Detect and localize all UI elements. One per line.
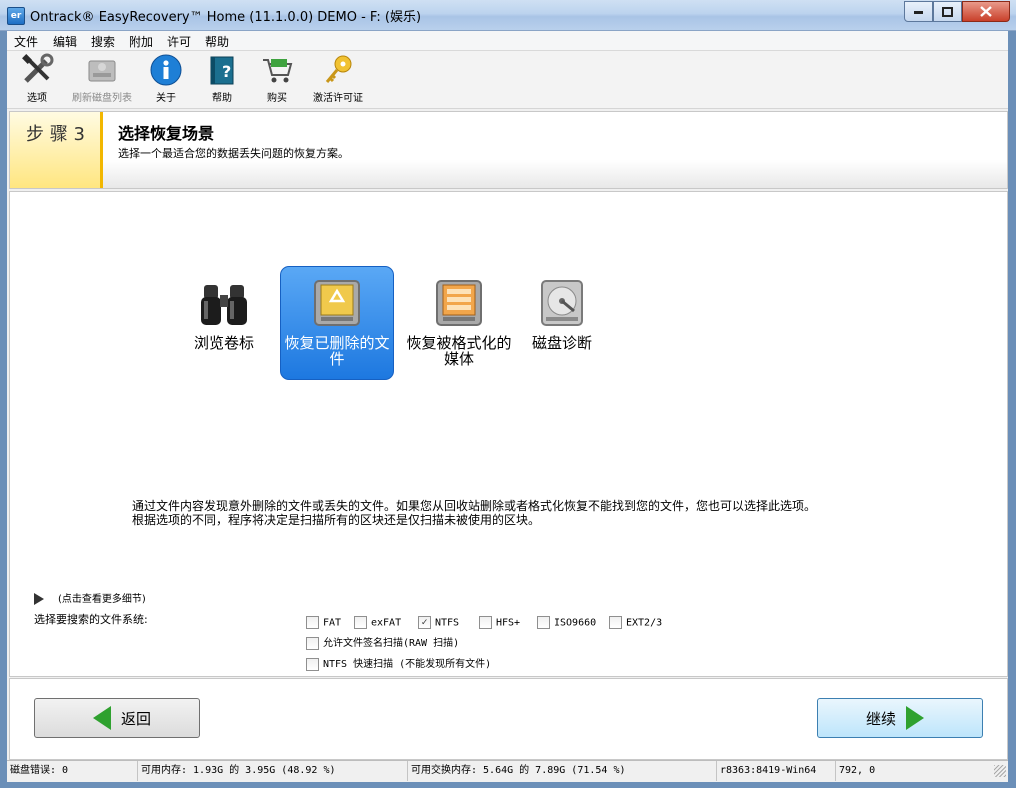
- option-recover-formatted[interactable]: 恢复被格式化的媒体: [403, 267, 515, 379]
- back-button[interactable]: 返回: [34, 698, 200, 738]
- key-icon: [321, 53, 355, 87]
- menu-file[interactable]: 文件: [14, 33, 38, 50]
- filesystem-label: 选择要搜索的文件系统:: [34, 613, 148, 626]
- menu-edit[interactable]: 编辑: [53, 33, 77, 50]
- menu-license[interactable]: 许可: [167, 33, 191, 50]
- status-swap: 可用交换内存: 5.64G 的 7.89G (71.54 %): [408, 761, 717, 781]
- client-area: 文件 编辑 搜索 附加 许可 帮助 选项 刷新磁盘列表 关于 ? 帮助 购买 激…: [7, 31, 1008, 782]
- tools-icon: [20, 53, 54, 87]
- activate-license-button[interactable]: 激活许可证: [307, 53, 369, 105]
- navigation-bar: 返回 继续: [9, 678, 1008, 760]
- option-browse-volume[interactable]: 浏览卷标: [168, 267, 280, 379]
- checkbox-hfs[interactable]: HFS+: [479, 616, 520, 629]
- checkbox-fat[interactable]: FAT: [306, 616, 341, 629]
- recycle-drive-icon: [309, 275, 365, 331]
- maximize-icon: [942, 6, 953, 17]
- app-icon[interactable]: er: [7, 7, 25, 25]
- minimize-icon: [913, 10, 923, 14]
- checkbox-ntfs[interactable]: ✓ NTFS: [418, 616, 459, 629]
- step-indicator: 步 骤 3: [10, 112, 103, 188]
- status-bar: 磁盘错误: 0 可用内存: 1.93G 的 3.95G (48.92 %) 可用…: [7, 760, 1008, 782]
- help-book-icon: ?: [205, 53, 239, 87]
- binoculars-icon: [196, 275, 252, 331]
- title-bar: er Ontrack® EasyRecovery™ Home (11.1.0.0…: [0, 0, 1016, 31]
- scenario-panel: 浏览卷标 恢复已删除的文件 恢复被格式化的媒体 磁盘诊断 通过文件内容发现意外删…: [9, 191, 1008, 677]
- minimize-button[interactable]: [904, 1, 933, 22]
- step-description: 选择一个最适合您的数据丢失问题的恢复方案。: [118, 147, 349, 160]
- checkbox-ext23[interactable]: EXT2/3: [609, 616, 662, 629]
- step-title: 选择恢复场景: [118, 124, 215, 143]
- menu-search[interactable]: 搜索: [91, 33, 115, 50]
- status-disk-errors: 磁盘错误: 0: [7, 761, 138, 781]
- option-label: 磁盘诊断: [531, 334, 592, 352]
- checkmark-icon: ✓: [418, 616, 431, 629]
- refresh-disk-icon: [85, 53, 119, 87]
- option-disk-diagnostics[interactable]: 磁盘诊断: [506, 267, 618, 379]
- arrow-left-icon: [92, 706, 111, 730]
- checkbox-exfat[interactable]: exFAT: [354, 616, 401, 629]
- step-header: 步 骤 3 选择恢复场景 选择一个最适合您的数据丢失问题的恢复方案。: [9, 111, 1008, 189]
- window-title: Ontrack® EasyRecovery™ Home (11.1.0.0) D…: [30, 10, 422, 25]
- option-label: 浏览卷标: [193, 334, 254, 352]
- option-label: 恢复被格式化的媒体: [406, 334, 512, 368]
- hard-disk-icon: [534, 275, 590, 331]
- menu-help[interactable]: 帮助: [205, 33, 229, 50]
- expand-arrow-icon: [34, 593, 44, 605]
- refresh-disks-button[interactable]: 刷新磁盘列表: [67, 53, 137, 105]
- menu-bar: 文件 编辑 搜索 附加 许可 帮助: [7, 31, 1008, 51]
- formatted-drive-icon: [431, 275, 487, 331]
- toolbar: 选项 刷新磁盘列表 关于 ? 帮助 购买 激活许可证: [7, 51, 1008, 109]
- option-label: 恢复已删除的文件: [284, 334, 390, 368]
- close-icon: [980, 6, 992, 17]
- maximize-button[interactable]: [933, 1, 962, 22]
- resize-grip-icon[interactable]: [994, 765, 1006, 777]
- checkbox-raw-scan[interactable]: 允许文件签名扫描(RAW 扫描): [306, 634, 459, 650]
- checkbox-ntfs-quick-scan[interactable]: NTFS 快速扫描 (不能发现所有文件): [306, 655, 491, 671]
- status-coords: 792, 0: [839, 765, 876, 776]
- option-recover-deleted[interactable]: 恢复已删除的文件: [280, 266, 394, 380]
- status-build: r8363:8419-Win64: [717, 761, 836, 781]
- details-toggle[interactable]: (点击查看更多细节): [34, 590, 146, 605]
- about-button[interactable]: 关于: [148, 53, 184, 105]
- status-memory: 可用内存: 1.93G 的 3.95G (48.92 %): [138, 761, 408, 781]
- options-button[interactable]: 选项: [17, 53, 57, 105]
- svg-text:?: ?: [222, 62, 231, 81]
- close-button[interactable]: [962, 1, 1010, 22]
- menu-addons[interactable]: 附加: [129, 33, 153, 50]
- help-button[interactable]: ? 帮助: [204, 53, 240, 105]
- cart-icon: [260, 53, 294, 87]
- arrow-right-icon: [906, 706, 924, 730]
- continue-button[interactable]: 继续: [817, 698, 983, 738]
- scenario-description: 通过文件内容发现意外删除的文件或丢失的文件。如果您从回收站删除或者格式化恢复不能…: [132, 499, 817, 527]
- buy-button[interactable]: 购买: [259, 53, 295, 105]
- step-number: 步 骤 3: [26, 124, 85, 145]
- info-icon: [149, 53, 183, 87]
- checkbox-iso9660[interactable]: ISO9660: [537, 616, 596, 629]
- window-controls: [904, 1, 1010, 22]
